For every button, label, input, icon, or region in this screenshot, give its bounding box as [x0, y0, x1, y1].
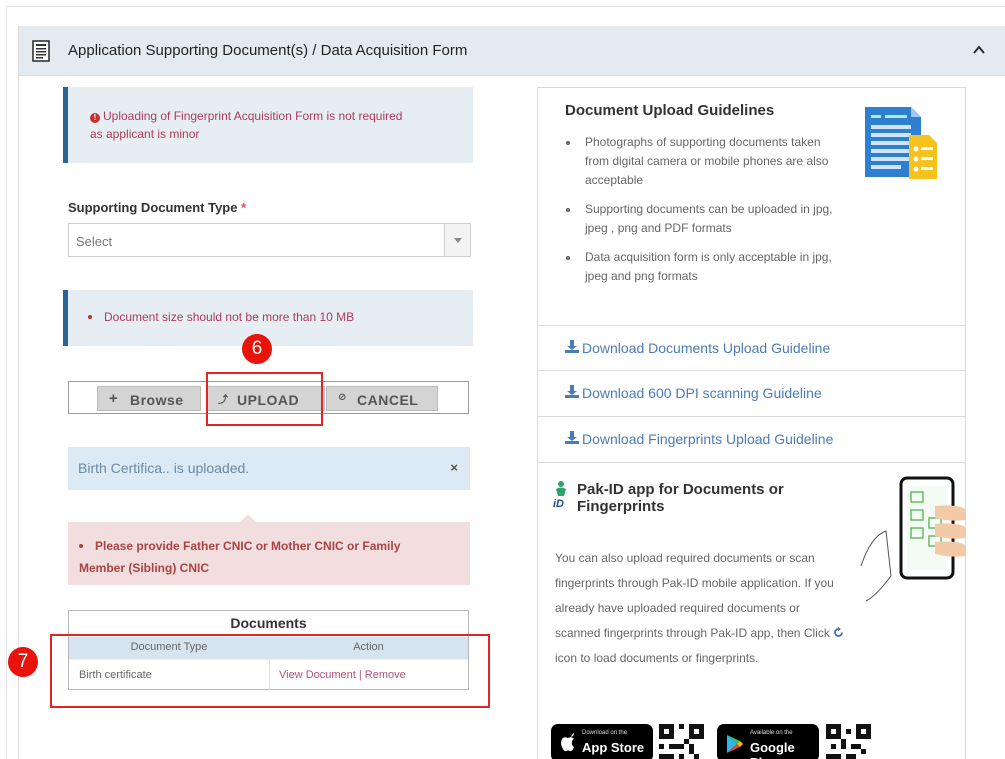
documents-illustration-icon	[865, 107, 937, 179]
cnic-alert-text: Please provide Father CNIC or Mother CNI…	[79, 539, 401, 575]
guideline-item: Data acquisition form is only acceptable…	[564, 248, 834, 286]
fingerprint-info-alert: ! Uploading of Fingerprint Acquisition Fo…	[63, 87, 473, 163]
section-divider	[538, 462, 965, 463]
qr-code-icon	[826, 724, 871, 759]
upload-highlight-box	[206, 372, 323, 426]
app-store-badge[interactable]: Download on the App Store	[551, 724, 653, 759]
browse-button[interactable]: + Browse	[97, 386, 201, 411]
required-asterisk: *	[241, 200, 247, 215]
cnic-required-alert: Please provide Father CNIC or Mother CNI…	[68, 514, 470, 585]
google-play-badge[interactable]: Available on the Google Play	[717, 724, 819, 759]
fingerprint-alert-text: Uploading of Fingerprint Acquisition For…	[90, 109, 403, 141]
guidelines-list: Photographs of supporting documents take…	[564, 133, 834, 296]
exclamation-circle-icon: !	[90, 113, 100, 123]
pak-id-description: You can also upload required documents o…	[555, 546, 845, 671]
upload-success-text: Birth Certifica.. is uploaded.	[78, 460, 250, 476]
guidelines-title: Document Upload Guidelines	[565, 102, 775, 119]
phone-fingerprint-illustration-icon	[860, 476, 966, 602]
download-dpi-guideline-link[interactable]: Download 600 DPI scanning Guideline	[538, 370, 965, 415]
plus-icon: +	[109, 390, 119, 407]
upload-success-alert: Birth Certifica.. is uploaded. ×	[68, 447, 470, 490]
apple-icon	[561, 733, 574, 752]
browse-button-label: Browse	[130, 392, 184, 408]
bullet-dot	[88, 315, 92, 319]
bullet-dot	[79, 544, 83, 548]
ban-icon: ⊘	[338, 392, 347, 403]
download-icon	[565, 340, 579, 353]
cancel-button-label: CANCEL	[357, 392, 419, 408]
svg-text:iD: iD	[553, 498, 564, 508]
supporting-document-type-label: Supporting Document Type *	[68, 200, 247, 215]
download-documents-guideline-link[interactable]: Download Documents Upload Guideline	[538, 325, 965, 370]
reload-icon	[834, 627, 844, 637]
select-value: Select	[76, 234, 113, 249]
step-marker-6: 6	[242, 334, 272, 364]
dropdown-arrow-icon[interactable]	[444, 224, 470, 256]
pak-id-title: Pak-ID app for Documents or Fingerprints	[577, 481, 784, 515]
google-play-icon	[727, 735, 743, 753]
table-highlight-box	[50, 634, 490, 708]
app-store-label: App Store	[582, 740, 645, 755]
panel-title: Application Supporting Document(s) / Dat…	[68, 42, 468, 59]
panel-header[interactable]: Application Supporting Document(s) / Dat…	[19, 26, 1005, 76]
size-alert-text: Document size should not be more than 10…	[104, 310, 355, 324]
download-icon	[565, 385, 579, 398]
document-size-alert: Document size should not be more than 10…	[63, 290, 473, 346]
alert-caret	[240, 514, 256, 522]
app-store-small-text: Download on the	[582, 730, 628, 736]
google-play-label: Google Play	[750, 740, 795, 759]
guideline-item: Photographs of supporting documents take…	[564, 133, 834, 190]
chevron-up-icon[interactable]	[972, 43, 986, 57]
guideline-item: Supporting documents can be uploaded in …	[564, 200, 834, 238]
google-play-small-text: Available on the	[750, 730, 793, 736]
close-icon[interactable]: ×	[450, 460, 458, 475]
pak-id-logo-icon: iD	[553, 481, 566, 508]
document-icon	[32, 40, 50, 62]
download-icon	[565, 431, 579, 444]
guidelines-panel: Document Upload Guidelines Photographs o…	[537, 87, 966, 759]
cancel-button[interactable]: ⊘ CANCEL	[326, 386, 438, 411]
supporting-document-type-select[interactable]: Select	[68, 223, 471, 257]
qr-code-icon	[659, 724, 704, 759]
step-marker-7: 7	[8, 647, 38, 677]
download-fingerprints-guideline-link[interactable]: Download Fingerprints Upload Guideline	[538, 416, 965, 461]
